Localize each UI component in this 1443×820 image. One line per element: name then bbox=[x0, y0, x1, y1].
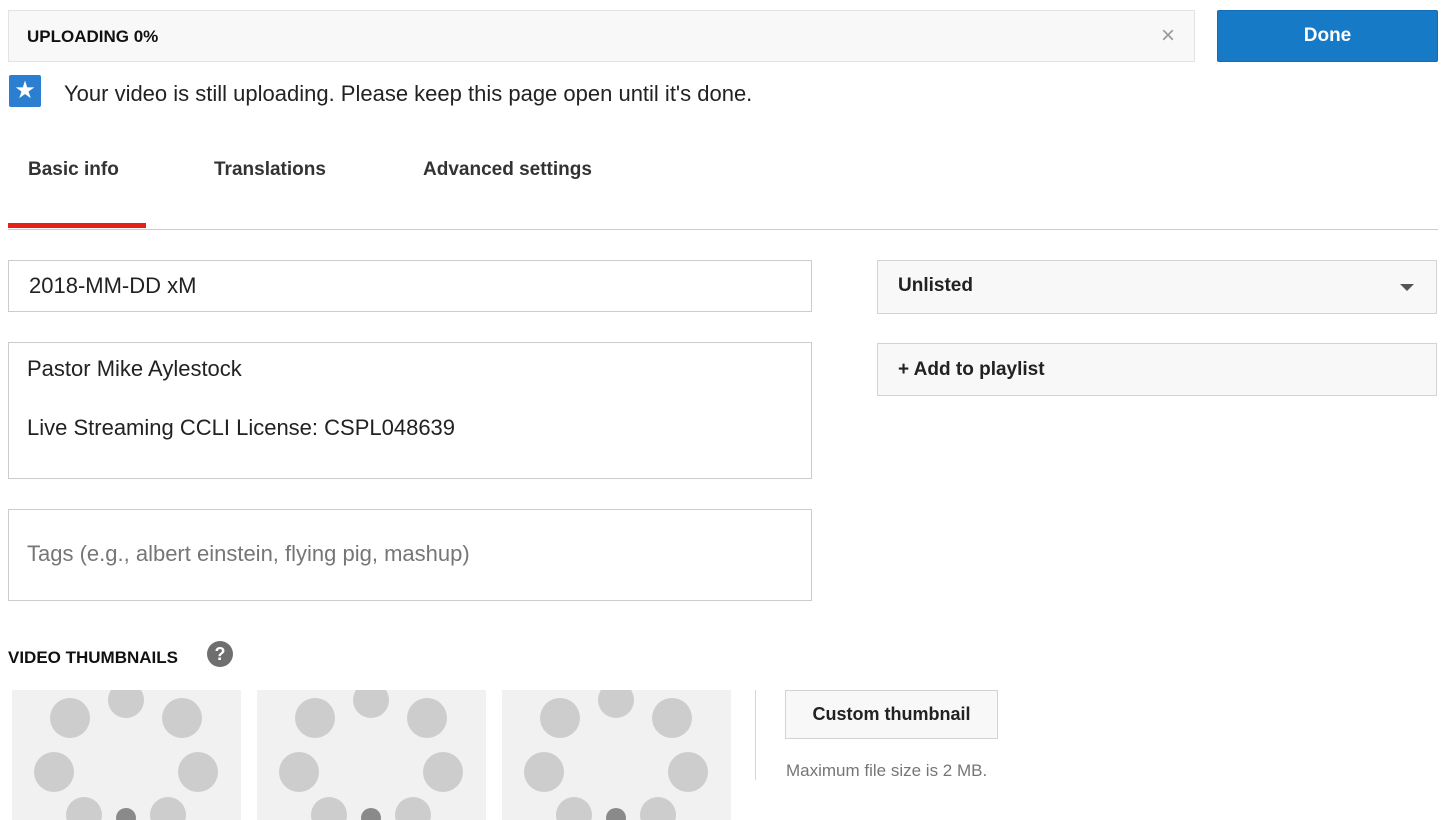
thumbnail-divider bbox=[755, 690, 756, 780]
upload-status-text: UPLOADING 0% bbox=[27, 27, 159, 46]
chevron-down-icon bbox=[1400, 284, 1414, 291]
settings-tabs: Basic info Translations Advanced setting… bbox=[8, 140, 1438, 230]
tags-field-container bbox=[8, 509, 812, 601]
title-input[interactable] bbox=[27, 261, 797, 311]
active-tab-indicator bbox=[8, 223, 146, 228]
video-thumbnails-heading: VIDEO THUMBNAILS bbox=[8, 648, 178, 667]
loading-spinner-icon bbox=[279, 690, 463, 820]
upload-notice-text: Your video is still uploading. Please ke… bbox=[64, 81, 753, 106]
loading-spinner-icon bbox=[524, 690, 708, 820]
tags-input[interactable] bbox=[25, 532, 795, 576]
title-field-container bbox=[8, 260, 812, 312]
description-field[interactable]: Pastor Mike Aylestock Live Streaming CCL… bbox=[8, 342, 812, 479]
description-line: Live Streaming CCLI License: CSPL048639 bbox=[27, 415, 456, 440]
thumbnail-option-1[interactable] bbox=[12, 690, 241, 820]
help-icon[interactable]: ? bbox=[207, 641, 233, 667]
close-icon[interactable]: × bbox=[1156, 24, 1180, 48]
upload-progress-bar: UPLOADING 0% × bbox=[8, 10, 1195, 62]
done-button[interactable]: Done bbox=[1217, 10, 1438, 62]
thumbnail-option-2[interactable] bbox=[257, 690, 486, 820]
add-to-playlist-button[interactable]: + Add to playlist bbox=[877, 343, 1437, 396]
thumbnail-option-3[interactable] bbox=[502, 690, 731, 820]
privacy-selected-value: Unlisted bbox=[898, 275, 973, 296]
privacy-select[interactable]: Unlisted bbox=[877, 260, 1437, 314]
description-line: Pastor Mike Aylestock bbox=[27, 356, 242, 381]
star-icon: ★ bbox=[9, 75, 41, 107]
tab-basic-info[interactable]: Basic info bbox=[28, 159, 119, 181]
tab-translations[interactable]: Translations bbox=[214, 159, 326, 181]
tab-advanced-settings[interactable]: Advanced settings bbox=[423, 159, 592, 181]
max-file-size-note: Maximum file size is 2 MB. bbox=[786, 761, 988, 780]
custom-thumbnail-button[interactable]: Custom thumbnail bbox=[785, 690, 998, 739]
loading-spinner-icon bbox=[34, 690, 218, 820]
